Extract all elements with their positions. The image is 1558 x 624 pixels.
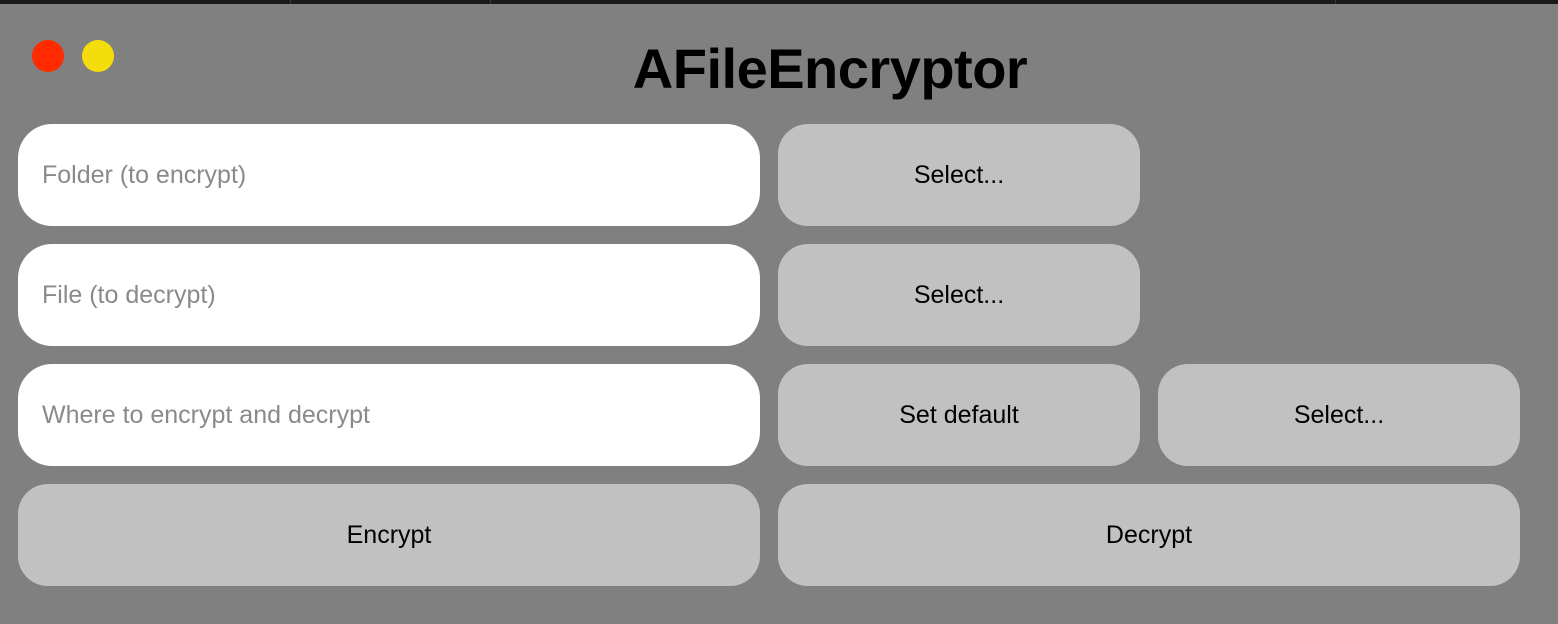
file-to-decrypt-input[interactable] <box>18 244 760 346</box>
encrypt-button[interactable]: Encrypt <box>18 484 760 586</box>
output-location-input[interactable] <box>18 364 760 466</box>
top-edge-divider <box>490 0 491 4</box>
window-top-edge <box>0 0 1558 4</box>
select-folder-button[interactable]: Select... <box>778 124 1140 226</box>
top-edge-divider <box>1335 0 1336 4</box>
decrypt-button[interactable]: Decrypt <box>778 484 1520 586</box>
app-title: AFileEncryptor <box>632 37 1028 100</box>
minimize-window-button[interactable] <box>82 40 114 72</box>
folder-to-encrypt-input[interactable] <box>18 124 760 226</box>
close-window-button[interactable] <box>32 40 64 72</box>
select-output-button[interactable]: Select... <box>1158 364 1520 466</box>
top-edge-divider <box>290 0 291 4</box>
set-default-button[interactable]: Set default <box>778 364 1140 466</box>
select-file-button[interactable]: Select... <box>778 244 1140 346</box>
app-window: AFileEncryptor Select... Select... Set d… <box>0 0 1558 624</box>
